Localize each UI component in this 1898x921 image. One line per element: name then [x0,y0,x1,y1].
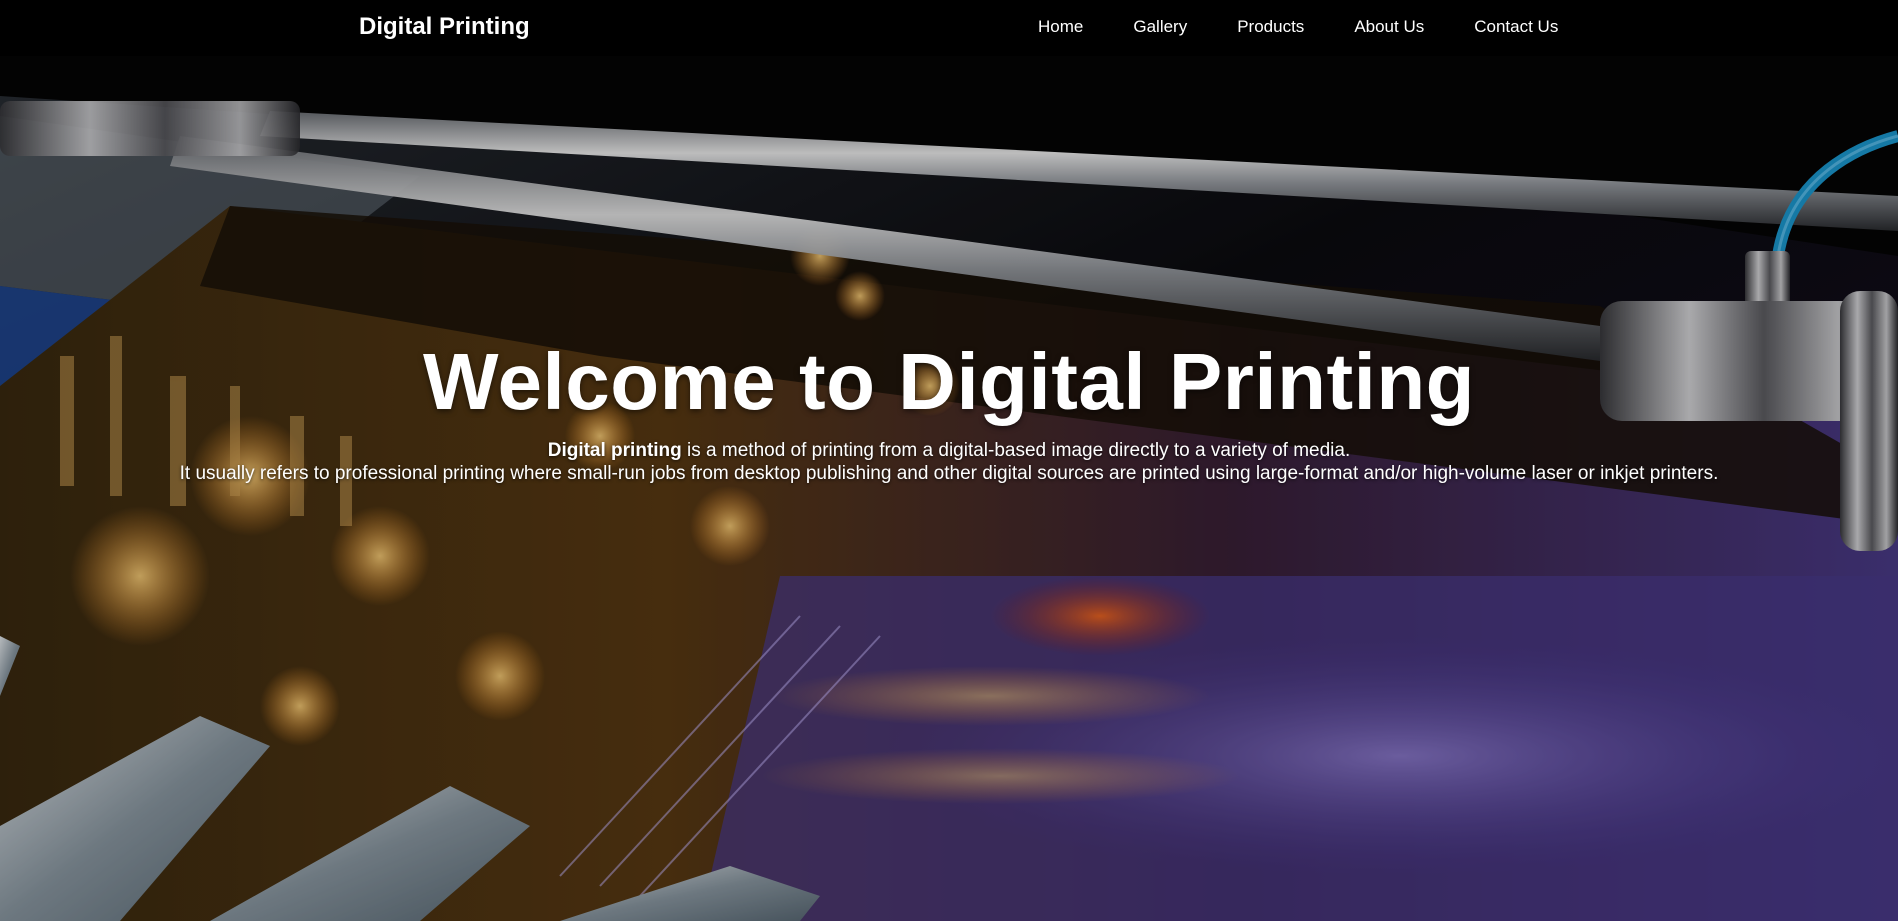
brand-logo-link[interactable]: Digital Printing [359,13,530,41]
nav-item-contact: Contact Us [1474,17,1608,37]
nav-item-about: About Us [1354,17,1474,37]
hero-description-line-1-text: is a method of printing from a digital-b… [681,440,1351,461]
page: Digital Printing Home Gallery Products A… [0,0,1898,921]
hero-description-bold-term: Digital printing [547,440,682,461]
nav-link-products[interactable]: Products [1237,17,1304,37]
hero-description-line-2: It usually refers to professional printi… [179,463,1719,484]
nav-link-about-us[interactable]: About Us [1354,17,1424,37]
hero-description-line-1: Digital printing is a method of printing… [0,439,1898,462]
hero-title: Welcome to Digital Printing [422,337,1476,426]
nav-link-contact-us[interactable]: Contact Us [1474,17,1558,37]
hero-section: Welcome to Digital Printing Digital prin… [0,56,1898,921]
hero-background-image [0,56,1898,921]
nav-link-gallery[interactable]: Gallery [1133,17,1187,37]
hero-description: Digital printing is a method of printing… [0,439,1898,485]
nav-item-products: Products [1237,17,1354,37]
nav-link-home[interactable]: Home [1038,17,1083,37]
navbar: Digital Printing Home Gallery Products A… [0,0,1898,56]
nav-item-home: Home [1038,17,1133,37]
nav-menu: Home Gallery Products About Us Contact U… [1038,17,1608,37]
nav-item-gallery: Gallery [1133,17,1237,37]
